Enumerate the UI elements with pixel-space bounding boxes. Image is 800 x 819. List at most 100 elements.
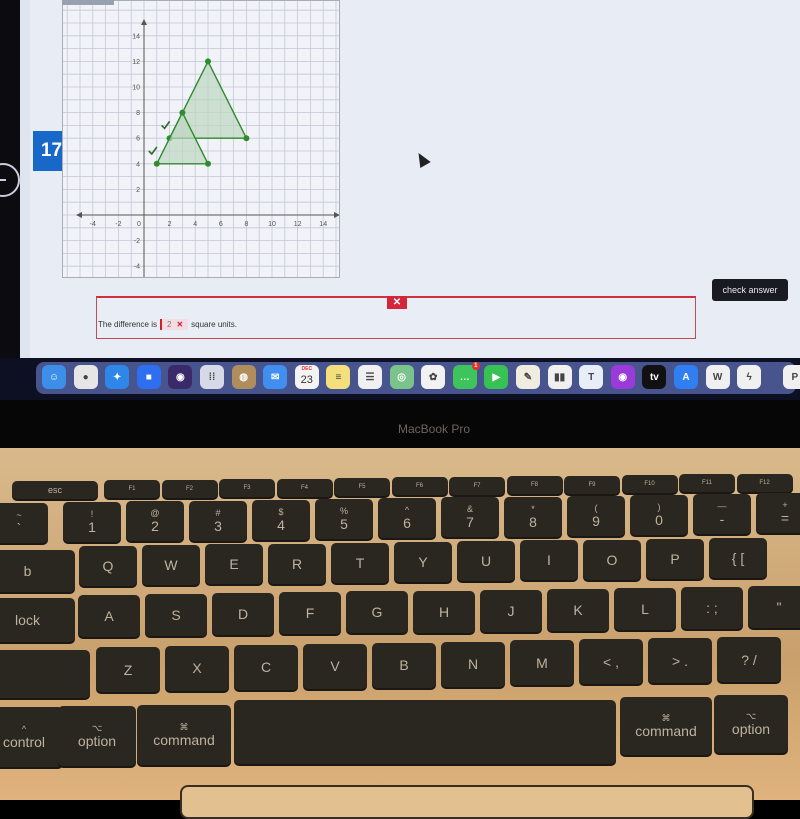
key-3[interactable]: #3 [189,500,247,541]
key-1[interactable]: ! 1 [63,502,121,543]
dock-chrome-icon[interactable]: ● [73,365,98,389]
dock-mail-icon[interactable]: ✉ [263,365,288,389]
key-caps-lock[interactable]: lock [0,598,75,642]
dock-reminders-icon[interactable]: ☰ [358,365,382,389]
key-f3[interactable]: F3 [219,479,275,498]
key-u[interactable]: U [457,541,515,582]
dock-messenger-icon[interactable]: ϟ [737,365,762,389]
key-f6[interactable]: F6 [391,477,448,496]
key-h[interactable]: H [413,590,475,633]
key-control[interactable]: ^ control [0,707,63,767]
dock-powerpoint-icon[interactable]: P [782,365,800,389]
dock-app-store-icon[interactable]: A [674,365,698,389]
key-n[interactable]: N [441,641,505,687]
key-i[interactable]: I [520,540,578,581]
dock-photos-icon[interactable]: ✿ [421,365,446,389]
key-a[interactable]: A [78,595,140,637]
key-command-right[interactable]: ⌘ command [620,697,712,755]
dock-podcasts-icon[interactable]: ◉ [610,365,635,389]
key--[interactable]: — - [693,494,751,535]
dock-contacts-icon[interactable]: ◍ [231,365,256,389]
dock-finder-icon[interactable]: ☺ [42,365,66,389]
key-y[interactable]: Y [394,542,452,582]
x-axis-arrow-left-icon [76,212,82,218]
key-f11[interactable]: F11 [679,474,735,493]
key-punct[interactable]: ? / [717,637,781,683]
key-o[interactable]: O [583,539,641,580]
key-l[interactable]: L [614,587,676,630]
dock-maps-icon[interactable]: ◎ [389,365,414,389]
graph-canvas[interactable]: -4 -2 0 2 4 6 8 10 12 14 14 12 10 8 6 4 2 -2 -4 [63,1,339,277]
key-b[interactable]: B [372,642,436,688]
key-e[interactable]: E [205,544,263,585]
key-9[interactable]: (9 [567,495,625,536]
key-command-left[interactable]: ⌘ command [137,705,231,765]
key-s[interactable]: S [145,594,207,637]
key-g[interactable]: G [346,591,408,634]
key-4[interactable]: $4 [252,499,310,540]
key-[interactable]: { [ [709,538,767,578]
key-r[interactable]: R [268,543,326,584]
key-6[interactable]: ^ 6 [378,498,436,539]
key-k[interactable]: K [547,588,609,631]
key-shift-left[interactable] [0,650,90,698]
dock-siri-icon[interactable]: ◉ [168,365,193,389]
key-d[interactable]: D [212,593,274,636]
dock-safari-icon[interactable]: ✦ [105,365,130,389]
dock-messages-icon[interactable]: … 1 [452,362,480,389]
key-z[interactable]: Z [96,647,160,692]
key-2[interactable]: @2 [126,501,184,542]
key-w[interactable]: W [142,545,200,586]
dock-numbers-icon[interactable]: ▮▮ [547,365,572,389]
key-punct[interactable]: < , [579,639,643,685]
key-tab[interactable]: b [0,550,75,592]
dock-calendar-icon[interactable]: DEC 23 [294,365,319,389]
key-f8[interactable]: F8 [506,476,563,495]
key-`[interactable]: ~ ` [0,503,48,543]
check-answer-button[interactable]: check answer [712,279,788,301]
key-7[interactable]: & 7 [441,497,499,538]
key-j[interactable]: J [480,589,542,632]
key-f9[interactable]: F9 [564,475,620,494]
key-punct[interactable]: > . [648,638,712,684]
key-f5[interactable]: F5 [334,478,390,496]
dock-word-icon[interactable]: W [705,365,730,389]
key-f[interactable]: F [279,592,341,635]
key-f10[interactable]: F10 [621,475,678,493]
key-5[interactable]: % 5 [315,499,373,539]
key-option-left[interactable]: ⌥ option [58,706,136,766]
key-f1[interactable]: F1 [104,480,160,499]
dock-facetime-icon[interactable]: ▶ [484,365,509,389]
coordinate-graph[interactable]: -4 -2 0 2 4 6 8 10 12 14 14 12 10 8 6 4 2 -2 -4 [62,0,340,278]
key-x[interactable]: X [165,645,229,691]
key-c[interactable]: C [234,644,298,690]
key-0[interactable]: ) 0 [630,495,688,535]
key-f4[interactable]: F4 [276,478,333,497]
dock-launchpad-icon[interactable]: ⁞⁞ [200,365,224,389]
key-q[interactable]: Q [79,546,137,586]
key-esc[interactable]: esc [12,481,98,499]
key-t[interactable]: T [331,542,389,583]
key-8[interactable]: * 8 [504,496,562,537]
key-v[interactable]: V [303,643,367,689]
dock-apple-tv-icon[interactable]: tv [642,365,667,389]
key-f2[interactable]: F2 [161,479,218,498]
key-m[interactable]: M [510,640,574,686]
key-f12[interactable]: F12 [736,473,793,492]
graph-toolbar-tab[interactable] [62,0,114,5]
answer-input[interactable]: 2 ✕ [160,319,189,330]
key-punct[interactable]: " [748,586,800,628]
key-space[interactable] [234,700,616,764]
trackpad[interactable] [180,785,754,819]
dock-zoom-icon[interactable]: ■ [136,365,161,389]
dock-notes-icon[interactable]: ≡ [326,365,351,389]
key-label: < , [603,653,619,670]
key-f7[interactable]: F7 [449,476,505,495]
key-=[interactable]: + = [756,493,800,534]
dock-pages-icon[interactable]: ✎ [516,365,540,389]
key-option-right[interactable]: ⌥ option [714,695,788,753]
key-punct[interactable]: : ; [681,586,743,629]
key-p[interactable]: P [646,538,704,579]
dock-keynote-icon[interactable]: T [579,365,604,389]
key-label: 6 [403,515,411,532]
